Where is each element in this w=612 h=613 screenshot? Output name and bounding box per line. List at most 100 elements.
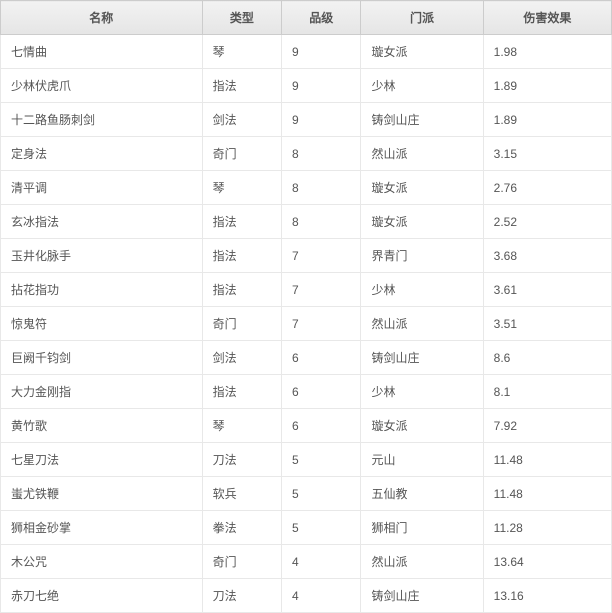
cell-rank: 5 — [282, 477, 361, 511]
cell-rank: 4 — [282, 545, 361, 579]
cell-rank: 7 — [282, 307, 361, 341]
cell-name: 惊鬼符 — [1, 307, 203, 341]
cell-effect: 1.89 — [483, 69, 611, 103]
table-row: 七星刀法刀法5元山11.48 — [1, 443, 612, 477]
header-rank: 品级 — [282, 1, 361, 35]
table-row: 清平调琴8璇女派2.76 — [1, 171, 612, 205]
cell-name: 七情曲 — [1, 35, 203, 69]
cell-type: 软兵 — [202, 477, 281, 511]
cell-sect: 狮相门 — [361, 511, 483, 545]
cell-name: 狮相金砂掌 — [1, 511, 203, 545]
cell-type: 指法 — [202, 69, 281, 103]
cell-name: 清平调 — [1, 171, 203, 205]
cell-type: 琴 — [202, 171, 281, 205]
cell-type: 奇门 — [202, 137, 281, 171]
cell-sect: 璇女派 — [361, 35, 483, 69]
cell-rank: 6 — [282, 341, 361, 375]
cell-name: 七星刀法 — [1, 443, 203, 477]
cell-rank: 6 — [282, 375, 361, 409]
header-name: 名称 — [1, 1, 203, 35]
table-row: 赤刀七绝刀法4铸剑山庄13.16 — [1, 579, 612, 613]
cell-type: 指法 — [202, 239, 281, 273]
table-row: 定身法奇门8然山派3.15 — [1, 137, 612, 171]
skills-table: 名称 类型 品级 门派 伤害效果 七情曲琴9璇女派1.98少林伏虎爪指法9少林1… — [0, 0, 612, 613]
cell-sect: 璇女派 — [361, 205, 483, 239]
cell-name: 玉井化脉手 — [1, 239, 203, 273]
cell-type: 刀法 — [202, 443, 281, 477]
cell-rank: 8 — [282, 137, 361, 171]
cell-name: 巨阙千钧剑 — [1, 341, 203, 375]
cell-effect: 7.92 — [483, 409, 611, 443]
table-row: 木公咒奇门4然山派13.64 — [1, 545, 612, 579]
table-row: 少林伏虎爪指法9少林1.89 — [1, 69, 612, 103]
header-type: 类型 — [202, 1, 281, 35]
cell-effect: 13.64 — [483, 545, 611, 579]
table-row: 玄冰指法指法8璇女派2.52 — [1, 205, 612, 239]
header-effect: 伤害效果 — [483, 1, 611, 35]
cell-name: 定身法 — [1, 137, 203, 171]
cell-effect: 11.28 — [483, 511, 611, 545]
cell-sect: 璇女派 — [361, 171, 483, 205]
cell-name: 十二路鱼肠刺剑 — [1, 103, 203, 137]
cell-effect: 2.76 — [483, 171, 611, 205]
cell-effect: 3.68 — [483, 239, 611, 273]
cell-type: 剑法 — [202, 103, 281, 137]
cell-type: 指法 — [202, 375, 281, 409]
cell-effect: 2.52 — [483, 205, 611, 239]
cell-effect: 3.61 — [483, 273, 611, 307]
cell-effect: 11.48 — [483, 477, 611, 511]
cell-sect: 璇女派 — [361, 409, 483, 443]
cell-effect: 1.98 — [483, 35, 611, 69]
cell-type: 剑法 — [202, 341, 281, 375]
cell-rank: 8 — [282, 205, 361, 239]
cell-name: 黄竹歌 — [1, 409, 203, 443]
cell-sect: 界青门 — [361, 239, 483, 273]
cell-sect: 五仙教 — [361, 477, 483, 511]
cell-sect: 铸剑山庄 — [361, 341, 483, 375]
cell-sect: 然山派 — [361, 545, 483, 579]
cell-effect: 13.16 — [483, 579, 611, 613]
cell-name: 大力金刚指 — [1, 375, 203, 409]
table-row: 玉井化脉手指法7界青门3.68 — [1, 239, 612, 273]
table-row: 拈花指功指法7少林3.61 — [1, 273, 612, 307]
cell-effect: 1.89 — [483, 103, 611, 137]
cell-type: 指法 — [202, 273, 281, 307]
cell-sect: 少林 — [361, 273, 483, 307]
cell-name: 赤刀七绝 — [1, 579, 203, 613]
cell-type: 刀法 — [202, 579, 281, 613]
table-row: 蚩尤铁鞭软兵5五仙教11.48 — [1, 477, 612, 511]
cell-type: 琴 — [202, 35, 281, 69]
cell-rank: 5 — [282, 443, 361, 477]
cell-rank: 5 — [282, 511, 361, 545]
cell-sect: 铸剑山庄 — [361, 579, 483, 613]
cell-name: 少林伏虎爪 — [1, 69, 203, 103]
cell-effect: 3.51 — [483, 307, 611, 341]
cell-type: 奇门 — [202, 545, 281, 579]
table-row: 大力金刚指指法6少林8.1 — [1, 375, 612, 409]
cell-effect: 8.1 — [483, 375, 611, 409]
cell-sect: 然山派 — [361, 307, 483, 341]
cell-rank: 8 — [282, 171, 361, 205]
table-row: 狮相金砂掌拳法5狮相门11.28 — [1, 511, 612, 545]
cell-rank: 7 — [282, 273, 361, 307]
cell-effect: 3.15 — [483, 137, 611, 171]
cell-rank: 7 — [282, 239, 361, 273]
cell-name: 木公咒 — [1, 545, 203, 579]
cell-rank: 9 — [282, 69, 361, 103]
cell-name: 玄冰指法 — [1, 205, 203, 239]
cell-type: 指法 — [202, 205, 281, 239]
cell-rank: 9 — [282, 103, 361, 137]
cell-sect: 然山派 — [361, 137, 483, 171]
cell-rank: 9 — [282, 35, 361, 69]
cell-type: 拳法 — [202, 511, 281, 545]
cell-type: 琴 — [202, 409, 281, 443]
table-row: 七情曲琴9璇女派1.98 — [1, 35, 612, 69]
cell-sect: 铸剑山庄 — [361, 103, 483, 137]
cell-sect: 少林 — [361, 375, 483, 409]
cell-effect: 11.48 — [483, 443, 611, 477]
header-row: 名称 类型 品级 门派 伤害效果 — [1, 1, 612, 35]
cell-name: 拈花指功 — [1, 273, 203, 307]
table-row: 惊鬼符奇门7然山派3.51 — [1, 307, 612, 341]
cell-sect: 少林 — [361, 69, 483, 103]
cell-type: 奇门 — [202, 307, 281, 341]
